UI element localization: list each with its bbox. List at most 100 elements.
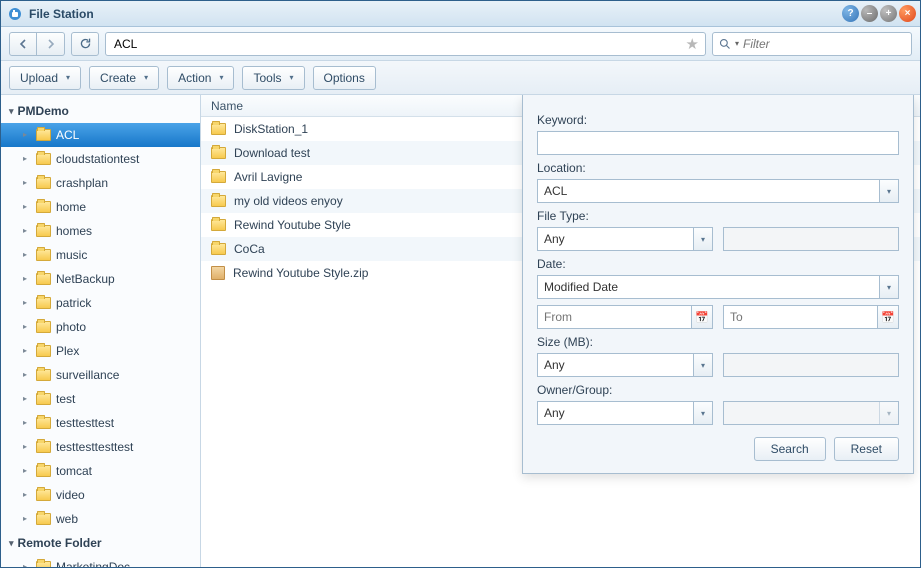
date-type-select[interactable] xyxy=(537,275,899,299)
titlebar: File Station ? – + × xyxy=(1,1,920,27)
tree-root-label: PMDemo xyxy=(18,104,69,118)
refresh-button[interactable] xyxy=(71,32,99,56)
folder-icon xyxy=(36,561,51,567)
chevron-right-icon: ▸ xyxy=(23,127,31,143)
minimize-button[interactable]: – xyxy=(861,5,878,22)
sidebar-item[interactable]: ▸video xyxy=(1,483,200,507)
filetype-label: File Type: xyxy=(537,209,899,223)
sidebar-item[interactable]: ▸photo xyxy=(1,315,200,339)
chevron-down-icon: ▾ xyxy=(289,73,293,82)
sidebar-item[interactable]: ▸ACL xyxy=(1,123,200,147)
folder-icon xyxy=(211,147,226,159)
folder-icon xyxy=(36,441,51,453)
favorite-icon[interactable]: ★ xyxy=(682,35,703,53)
folder-icon xyxy=(36,249,51,261)
size-select[interactable] xyxy=(537,353,713,377)
sidebar-item[interactable]: ▸web xyxy=(1,507,200,531)
filter-box[interactable]: ▾ xyxy=(712,32,912,56)
location-label: Location: xyxy=(537,161,899,175)
chevron-down-icon[interactable]: ▾ xyxy=(693,227,713,251)
app-icon xyxy=(7,6,23,22)
folder-icon xyxy=(36,201,51,213)
file-name: CoCa xyxy=(234,242,265,256)
chevron-down-icon[interactable]: ▾ xyxy=(879,275,899,299)
create-button[interactable]: Create▾ xyxy=(89,66,159,90)
tools-label: Tools xyxy=(253,71,281,85)
chevron-down-icon[interactable]: ▾ xyxy=(693,401,713,425)
sidebar-item[interactable]: ▸tomcat xyxy=(1,459,200,483)
sidebar-item[interactable]: ▸ patrick xyxy=(1,291,200,315)
location-select[interactable] xyxy=(537,179,899,203)
date-to-input[interactable] xyxy=(723,305,899,329)
chevron-right-icon: ▸ xyxy=(23,559,31,567)
folder-icon xyxy=(36,225,51,237)
chevron-right-icon: ▸ xyxy=(23,415,31,431)
body: ▾PMDemo▸ACL▸cloudstationtest▸crashplan▸h… xyxy=(1,95,920,567)
keyword-input[interactable] xyxy=(537,131,899,155)
chevron-right-icon: ▸ xyxy=(23,223,31,239)
chevron-down-icon[interactable]: ▾ xyxy=(693,353,713,377)
sidebar-item[interactable]: ▸NetBackup xyxy=(1,267,200,291)
back-button[interactable] xyxy=(9,32,37,56)
folder-icon xyxy=(36,465,51,477)
help-button[interactable]: ? xyxy=(842,5,859,22)
close-button[interactable]: × xyxy=(899,5,916,22)
sidebar-item[interactable]: ▸testtesttesttest xyxy=(1,435,200,459)
maximize-button[interactable]: + xyxy=(880,5,897,22)
sidebar-item[interactable]: ▸Plex xyxy=(1,339,200,363)
path-input[interactable] xyxy=(114,37,682,51)
sidebar-item-label: MarketingDoc xyxy=(56,559,130,567)
file-name: my old videos enyoy xyxy=(234,194,343,208)
action-button[interactable]: Action▾ xyxy=(167,66,234,90)
sidebar-item[interactable]: ▸crashplan xyxy=(1,171,200,195)
filter-input[interactable] xyxy=(743,37,905,51)
folder-icon xyxy=(211,171,226,183)
sidebar-item-label: video xyxy=(56,487,85,503)
size-label: Size (MB): xyxy=(537,335,899,349)
sidebar-item-label: surveillance xyxy=(56,367,119,383)
folder-icon xyxy=(36,513,51,525)
folder-icon xyxy=(36,345,51,357)
calendar-icon[interactable]: 📅 xyxy=(877,305,899,329)
sidebar-item-label: homes xyxy=(56,223,92,239)
keyword-label: Keyword: xyxy=(537,113,899,127)
owner-extra-select xyxy=(723,401,899,425)
date-label: Date: xyxy=(537,257,899,271)
tree-root[interactable]: ▾PMDemo xyxy=(1,99,200,123)
sidebar-item-label: patrick xyxy=(56,295,91,311)
search-button[interactable]: Search xyxy=(754,437,826,461)
sidebar-item-label: test xyxy=(56,391,75,407)
options-button[interactable]: Options xyxy=(313,66,376,90)
sidebar-item[interactable]: ▸cloudstationtest xyxy=(1,147,200,171)
filter-dropdown-icon[interactable]: ▾ xyxy=(735,39,739,48)
filetype-select[interactable] xyxy=(537,227,713,251)
sidebar-item-label: cloudstationtest xyxy=(56,151,139,167)
upload-button[interactable]: Upload▾ xyxy=(9,66,81,90)
chevron-down-icon[interactable]: ▾ xyxy=(879,179,899,203)
folder-icon xyxy=(36,297,51,309)
forward-button[interactable] xyxy=(37,32,65,56)
sidebar-item[interactable]: ▸ MarketingDoc xyxy=(1,555,200,567)
reset-button[interactable]: Reset xyxy=(834,437,899,461)
sidebar-item[interactable]: ▸test xyxy=(1,387,200,411)
owner-select[interactable] xyxy=(537,401,713,425)
folder-icon xyxy=(36,417,51,429)
file-name: Download test xyxy=(234,146,310,160)
file-station-window: File Station ? – + × ★ ▾ xyxy=(0,0,921,568)
chevron-right-icon: ▸ xyxy=(23,295,31,311)
tree-root[interactable]: ▾Remote Folder xyxy=(1,531,200,555)
date-from-input[interactable] xyxy=(537,305,713,329)
chevron-right-icon: ▸ xyxy=(23,343,31,359)
chevron-down-icon: ▾ xyxy=(66,73,70,82)
tools-button[interactable]: Tools ▾ xyxy=(242,66,304,90)
sidebar-item[interactable]: ▸home xyxy=(1,195,200,219)
chevron-right-icon: ▸ xyxy=(23,511,31,527)
sidebar-item-label: testtesttesttest xyxy=(56,439,133,455)
sidebar[interactable]: ▾PMDemo▸ACL▸cloudstationtest▸crashplan▸h… xyxy=(1,95,201,567)
sidebar-item[interactable]: ▸surveillance xyxy=(1,363,200,387)
create-label: Create xyxy=(100,71,136,85)
calendar-icon[interactable]: 📅 xyxy=(691,305,713,329)
sidebar-item[interactable]: ▸testtesttest xyxy=(1,411,200,435)
sidebar-item[interactable]: ▸ homes xyxy=(1,219,200,243)
sidebar-item[interactable]: ▸music xyxy=(1,243,200,267)
